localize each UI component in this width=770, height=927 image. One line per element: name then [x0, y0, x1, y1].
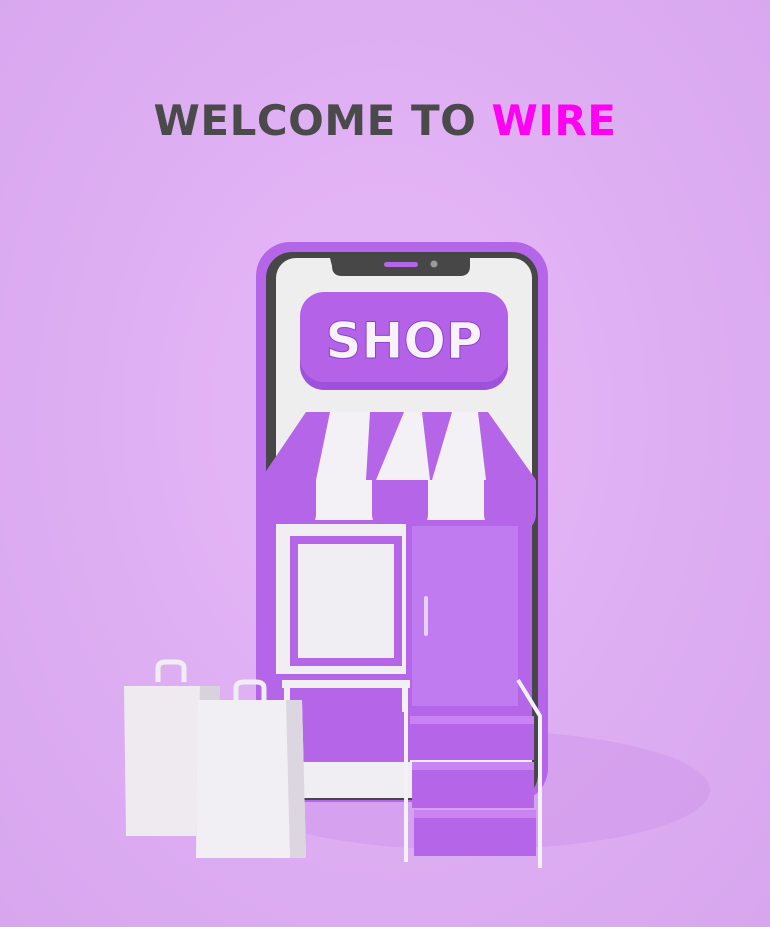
awning [260, 412, 536, 536]
speaker-icon [384, 262, 418, 267]
door-handle [424, 596, 428, 636]
shop-sign: SHOP [300, 292, 508, 390]
shop-illustration: SHOP [124, 242, 710, 868]
shopping-bag-front [196, 679, 306, 858]
camera-icon [430, 260, 438, 268]
shop-sign-label: SHOP [325, 312, 482, 370]
